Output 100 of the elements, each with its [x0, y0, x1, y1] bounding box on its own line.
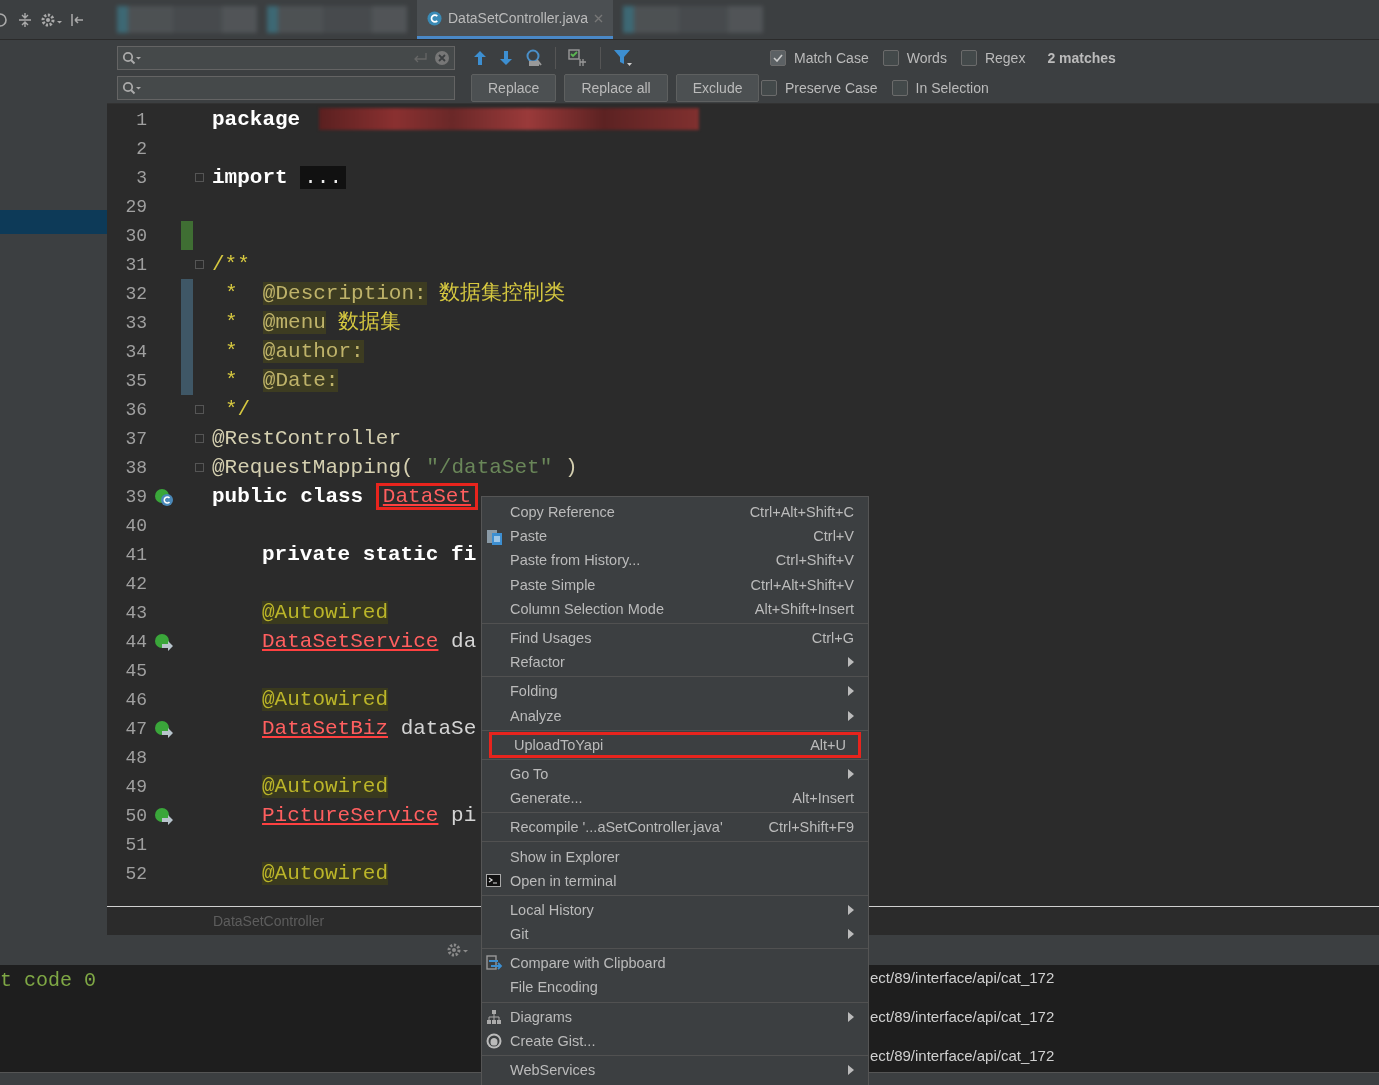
checkbox[interactable]: Match Case [770, 50, 869, 66]
hierarchy-icon [486, 1008, 502, 1025]
code-line: @RestController [212, 426, 402, 452]
change-marker[interactable] [181, 279, 193, 308]
arrow-up-icon[interactable] [473, 50, 487, 66]
menu-item[interactable]: Local History [482, 897, 868, 922]
select-all-icon[interactable] [568, 49, 588, 67]
menu-item[interactable]: Paste from History... Ctrl+Shift+V [482, 548, 868, 573]
settings-icon[interactable] [446, 942, 470, 958]
locate-icon[interactable] [0, 11, 10, 28]
line-number: 29 [124, 196, 147, 217]
pin-icon[interactable] [70, 11, 84, 28]
line-number: 35 [124, 370, 147, 391]
line-number: 32 [124, 283, 147, 304]
line-number: 42 [124, 573, 147, 594]
menu-item[interactable]: Column Selection Mode Alt+Shift+Insert [482, 596, 868, 621]
code-line: @RequestMapping( "/dataSet" ) [212, 455, 578, 481]
bean-icon[interactable] [154, 631, 174, 652]
line-number: 2 [135, 138, 147, 159]
menu-item[interactable]: WebServices [482, 1057, 868, 1083]
menu-item[interactable]: Compare with Clipboard [482, 951, 868, 976]
menu-item[interactable]: Find Usages Ctrl+G [482, 625, 868, 651]
menu-item[interactable]: Generate... Alt+Insert [482, 786, 868, 811]
code-line: */ [224, 397, 251, 423]
search-icon [122, 81, 142, 95]
blurred-tab[interactable] [267, 6, 407, 33]
checkmark-icon [773, 54, 783, 62]
fold-marker[interactable] [194, 173, 204, 182]
settings-icon[interactable] [40, 11, 62, 28]
menu-item[interactable]: Create Gist... [482, 1028, 868, 1053]
selected-row[interactable] [0, 210, 107, 234]
compare-icon [486, 954, 503, 972]
line-number: 30 [124, 225, 147, 246]
terminal-icon [486, 874, 501, 888]
search-field[interactable] [117, 46, 455, 70]
replace-button[interactable]: Replace all [564, 74, 668, 102]
editor-tab[interactable]: DataSetController.java [417, 0, 614, 39]
menu-item[interactable]: Paste Ctrl+V [482, 524, 868, 549]
console-line: ect/89/interface/api/cat_172 [870, 1047, 1055, 1066]
checkbox[interactable]: Regex [960, 50, 1026, 66]
menu-item[interactable]: File Encoding [482, 975, 868, 1000]
checkbox[interactable]: In Selection [891, 80, 989, 96]
menu-item[interactable]: Open in terminal [482, 868, 868, 893]
menu-item[interactable]: Git [482, 922, 868, 947]
class-icon[interactable] [154, 486, 174, 507]
match-count: 2 matches [1047, 50, 1116, 66]
blurred-tab[interactable] [117, 6, 257, 33]
find-all-icon[interactable] [525, 49, 543, 67]
code-line: * @menu 数据集 [224, 310, 402, 336]
line-number: 40 [124, 515, 147, 536]
checkbox[interactable]: Preserve Case [761, 80, 878, 96]
fold-marker[interactable] [194, 405, 204, 414]
code-line: /** [212, 252, 250, 278]
change-marker[interactable] [181, 366, 193, 395]
arrow-down-icon[interactable] [499, 50, 513, 66]
menu-item[interactable]: UploadToYapi Alt+U [490, 732, 860, 757]
code-line: * @Date: [224, 368, 339, 394]
clear-icon[interactable] [434, 50, 450, 66]
code-line: * @author: [224, 339, 364, 365]
line-number: 44 [124, 631, 147, 652]
menu-item[interactable]: Recompile '...aSetController.java' Ctrl+Shift+F9 [482, 815, 868, 840]
menu-item[interactable]: Go To [482, 761, 868, 787]
menu-item[interactable]: Copy Reference Ctrl+Alt+Shift+C [482, 500, 868, 525]
line-number: 1 [135, 109, 147, 130]
line-number: 48 [124, 747, 147, 768]
replace-field[interactable] [117, 76, 455, 100]
change-marker[interactable] [181, 221, 193, 250]
menu-item[interactable]: Analyze [482, 703, 868, 728]
blurred-tab[interactable] [623, 6, 764, 33]
line-number: 39 [124, 486, 147, 507]
console-line: ect/89/interface/api/cat_172 [870, 1008, 1055, 1027]
close-icon[interactable] [594, 13, 604, 23]
menu-item[interactable]: Diagrams [482, 1004, 868, 1029]
line-number: 36 [124, 399, 147, 420]
replace-button[interactable]: Replace [471, 74, 557, 102]
code-line: PictureService pi [261, 803, 477, 829]
line-number: 47 [124, 718, 147, 739]
line-number: 41 [124, 544, 147, 565]
enter-icon[interactable] [412, 52, 428, 64]
code-line: * @Description: 数据集控制类 [224, 280, 566, 307]
line-number: 45 [124, 660, 147, 681]
checkbox[interactable]: Words [882, 50, 947, 66]
console-line: ect/89/interface/api/cat_172 [870, 969, 1055, 988]
line-number: 3 [135, 167, 147, 188]
filter-icon[interactable] [613, 49, 633, 67]
code-line: private static fi [261, 542, 477, 568]
line-number: 34 [124, 341, 147, 362]
fold-marker[interactable] [194, 434, 204, 443]
collapse-icon[interactable] [18, 11, 32, 28]
menu-item[interactable]: Paste Simple Ctrl+Alt+Shift+V [482, 572, 868, 597]
line-number: 43 [124, 602, 147, 623]
fold-marker[interactable] [194, 260, 204, 269]
menu-item[interactable]: Show in Explorer [482, 844, 868, 869]
menu-item[interactable]: Refactor [482, 650, 868, 675]
replace-button[interactable]: Exclude [675, 74, 760, 102]
bean-icon[interactable] [154, 805, 174, 826]
bean-icon[interactable] [154, 718, 174, 739]
line-number: 37 [124, 428, 147, 449]
menu-item[interactable]: Folding [482, 679, 868, 704]
fold-marker[interactable] [194, 463, 204, 472]
